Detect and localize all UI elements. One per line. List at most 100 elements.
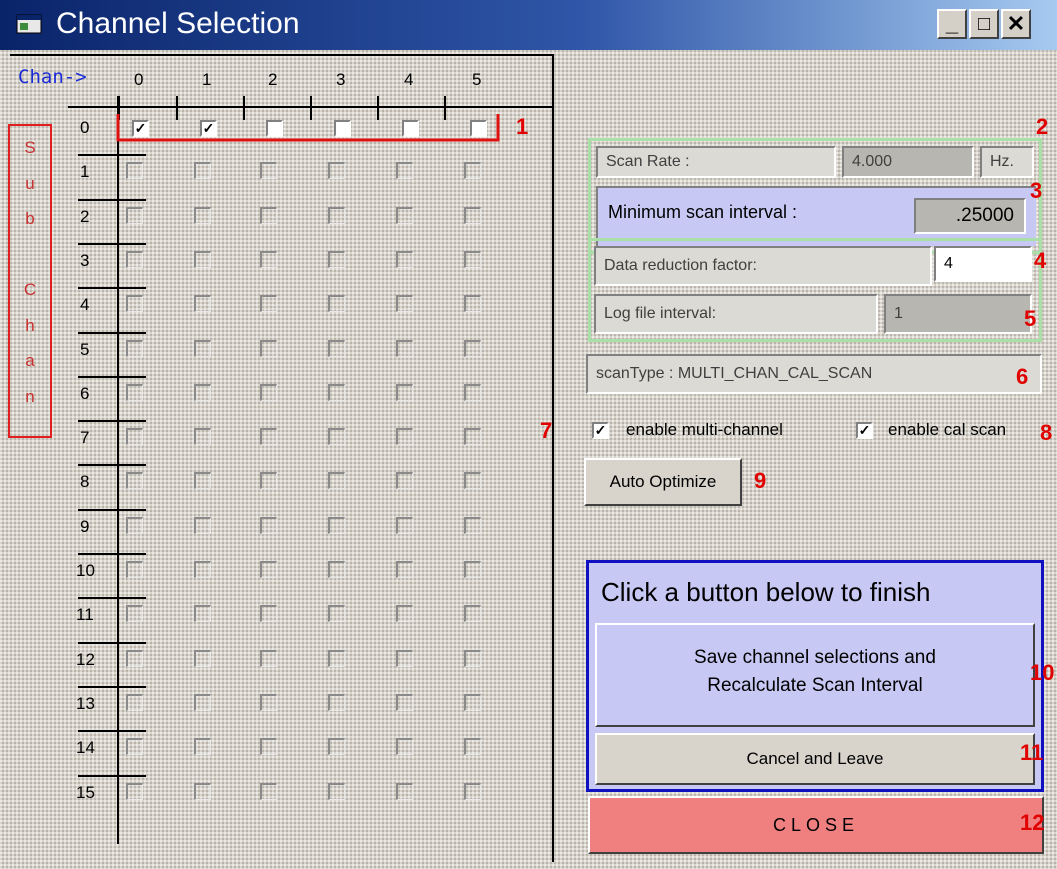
channel-checkbox-r10-c1[interactable] [194, 561, 211, 578]
channel-checkbox-r7-c2[interactable] [260, 428, 277, 446]
save-recalculate-button[interactable]: Save channel selections and Recalculate … [595, 623, 1035, 727]
channel-checkbox-r8-c0[interactable] [126, 472, 143, 490]
channel-checkbox-r5-c0[interactable] [126, 339, 143, 357]
channel-checkbox-r6-c3[interactable] [328, 383, 345, 401]
channel-checkbox-r6-c1[interactable] [194, 383, 211, 401]
channel-checkbox-r14-c3[interactable] [328, 738, 345, 756]
channel-checkbox-r2-c4[interactable] [396, 206, 413, 224]
channel-checkbox-r7-c3[interactable] [328, 428, 345, 446]
channel-checkbox-r9-c1[interactable] [194, 516, 211, 534]
channel-checkbox-r5-c5[interactable] [464, 339, 481, 357]
channel-checkbox-r2-c3[interactable] [328, 206, 345, 224]
channel-checkbox-r3-c3[interactable] [328, 250, 345, 268]
channel-checkbox-r14-c4[interactable] [396, 738, 413, 756]
channel-checkbox-r4-c0[interactable] [126, 295, 143, 313]
channel-checkbox-r9-c2[interactable] [260, 516, 277, 534]
channel-checkbox-r6-c0[interactable] [126, 383, 143, 401]
channel-checkbox-r1-c3[interactable] [328, 162, 345, 180]
channel-checkbox-r4-c4[interactable] [396, 295, 413, 313]
channel-checkbox-r13-c0[interactable] [126, 693, 143, 711]
channel-checkbox-r10-c0[interactable] [126, 561, 143, 578]
channel-checkbox-r8-c2[interactable] [260, 472, 277, 490]
channel-checkbox-r1-c2[interactable] [260, 162, 277, 180]
channel-checkbox-r13-c1[interactable] [194, 693, 211, 711]
channel-checkbox-r15-c0[interactable] [126, 782, 143, 800]
channel-checkbox-r2-c1[interactable] [194, 206, 211, 224]
auto-optimize-button[interactable]: Auto Optimize [584, 458, 742, 506]
channel-checkbox-r14-c0[interactable] [126, 738, 143, 756]
channel-checkbox-r5-c2[interactable] [260, 339, 277, 357]
cancel-leave-button[interactable]: Cancel and Leave [595, 733, 1035, 785]
channel-checkbox-r7-c5[interactable] [464, 428, 481, 446]
channel-checkbox-r1-c1[interactable] [194, 162, 211, 180]
channel-checkbox-r7-c4[interactable] [396, 428, 413, 446]
minimize-button[interactable]: _ [937, 9, 967, 39]
channel-checkbox-r6-c5[interactable] [464, 383, 481, 401]
channel-checkbox-r5-c4[interactable] [396, 339, 413, 357]
close-window-button[interactable]: ✕ [1001, 9, 1031, 39]
channel-checkbox-r2-c5[interactable] [464, 206, 481, 224]
channel-checkbox-r15-c5[interactable] [464, 782, 481, 800]
channel-checkbox-r7-c1[interactable] [194, 428, 211, 446]
channel-checkbox-r12-c1[interactable] [194, 649, 211, 667]
enable-multi-channel-label[interactable]: enable multi-channel [626, 420, 783, 440]
channel-checkbox-r2-c0[interactable] [126, 206, 143, 224]
enable-multi-channel-checkbox[interactable]: ✓ [592, 422, 609, 439]
channel-checkbox-r13-c3[interactable] [328, 693, 345, 711]
title-bar[interactable]: Channel Selection _ □ ✕ [0, 0, 1057, 50]
channel-checkbox-r15-c4[interactable] [396, 782, 413, 800]
channel-checkbox-r3-c2[interactable] [260, 250, 277, 268]
channel-checkbox-r8-c1[interactable] [194, 472, 211, 490]
channel-checkbox-r11-c0[interactable] [126, 605, 143, 623]
channel-checkbox-r12-c2[interactable] [260, 649, 277, 667]
channel-checkbox-r14-c2[interactable] [260, 738, 277, 756]
channel-checkbox-r11-c2[interactable] [260, 605, 277, 623]
channel-checkbox-r11-c4[interactable] [396, 605, 413, 623]
reduction-input[interactable]: 4 [934, 246, 1032, 282]
channel-checkbox-r10-c2[interactable] [260, 561, 277, 578]
channel-checkbox-r9-c0[interactable] [126, 516, 143, 534]
channel-checkbox-r12-c4[interactable] [396, 649, 413, 667]
channel-checkbox-r1-c0[interactable] [126, 162, 143, 180]
channel-checkbox-r8-c4[interactable] [396, 472, 413, 490]
channel-checkbox-r12-c5[interactable] [464, 649, 481, 667]
channel-checkbox-r4-c3[interactable] [328, 295, 345, 313]
channel-checkbox-r13-c5[interactable] [464, 693, 481, 711]
channel-checkbox-r3-c1[interactable] [194, 250, 211, 268]
channel-checkbox-r13-c4[interactable] [396, 693, 413, 711]
channel-checkbox-r5-c1[interactable] [194, 339, 211, 357]
enable-cal-scan-checkbox[interactable]: ✓ [856, 422, 873, 439]
channel-checkbox-r9-c5[interactable] [464, 516, 481, 534]
channel-checkbox-r15-c1[interactable] [194, 782, 211, 800]
channel-checkbox-r12-c0[interactable] [126, 649, 143, 667]
enable-cal-scan-label[interactable]: enable cal scan [888, 420, 1006, 440]
channel-checkbox-r8-c3[interactable] [328, 472, 345, 490]
channel-checkbox-r4-c5[interactable] [464, 295, 481, 313]
channel-checkbox-r2-c2[interactable] [260, 206, 277, 224]
channel-checkbox-r15-c3[interactable] [328, 782, 345, 800]
channel-checkbox-r10-c3[interactable] [328, 561, 345, 578]
channel-checkbox-r1-c5[interactable] [464, 162, 481, 180]
channel-checkbox-r6-c2[interactable] [260, 383, 277, 401]
channel-checkbox-r12-c3[interactable] [328, 649, 345, 667]
channel-checkbox-r15-c2[interactable] [260, 782, 277, 800]
channel-checkbox-r3-c0[interactable] [126, 250, 143, 268]
channel-checkbox-r3-c4[interactable] [396, 250, 413, 268]
channel-checkbox-r1-c4[interactable] [396, 162, 413, 180]
channel-checkbox-r14-c5[interactable] [464, 738, 481, 756]
channel-checkbox-r9-c3[interactable] [328, 516, 345, 534]
channel-checkbox-r13-c2[interactable] [260, 693, 277, 711]
channel-checkbox-r4-c2[interactable] [260, 295, 277, 313]
channel-checkbox-r5-c3[interactable] [328, 339, 345, 357]
channel-checkbox-r6-c4[interactable] [396, 383, 413, 401]
channel-checkbox-r3-c5[interactable] [464, 250, 481, 268]
channel-checkbox-r7-c0[interactable] [126, 428, 143, 446]
channel-checkbox-r10-c5[interactable] [464, 561, 481, 578]
maximize-button[interactable]: □ [969, 9, 999, 39]
channel-checkbox-r11-c3[interactable] [328, 605, 345, 623]
channel-checkbox-r11-c5[interactable] [464, 605, 481, 623]
channel-checkbox-r9-c4[interactable] [396, 516, 413, 534]
close-button[interactable]: CLOSE [588, 796, 1044, 854]
channel-checkbox-r11-c1[interactable] [194, 605, 211, 623]
channel-checkbox-r14-c1[interactable] [194, 738, 211, 756]
